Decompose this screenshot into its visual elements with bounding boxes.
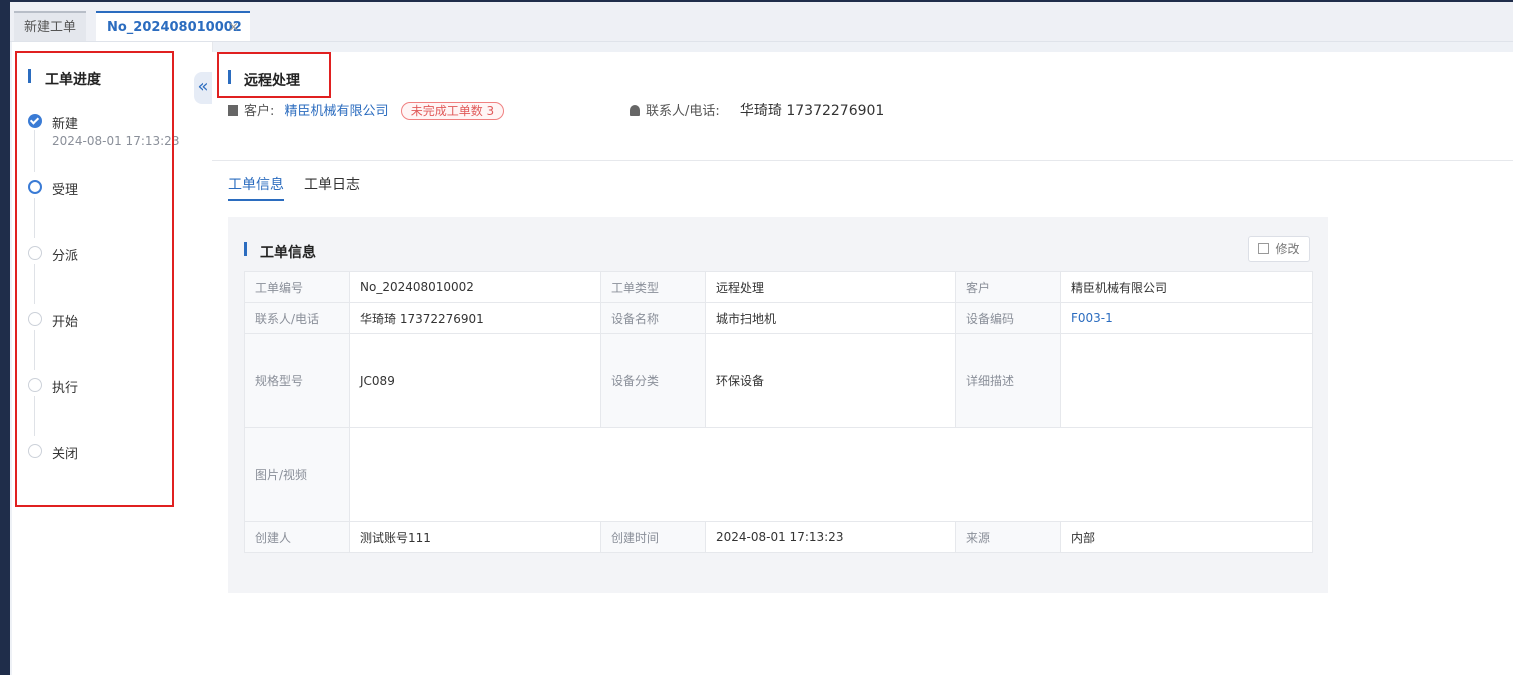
model-label: 规格型号 [244, 333, 350, 428]
order-info-card: 工单信息 修改 工单编号 No_202408010002 工单类型 远程处理 客… [228, 217, 1328, 593]
desc-value [1060, 333, 1313, 428]
creator-label: 创建人 [244, 521, 350, 553]
building-icon [228, 105, 238, 116]
table-row: 图片/视频 [244, 427, 1313, 522]
highlight-box-progress [15, 51, 174, 507]
type-label: 工单类型 [600, 271, 706, 303]
source-value: 内部 [1060, 521, 1313, 553]
created-label: 创建时间 [600, 521, 706, 553]
creator-value: 测试账号111 [349, 521, 601, 553]
close-icon[interactable]: × [228, 13, 239, 43]
customer-link[interactable]: 精臣机械有限公司 [285, 104, 389, 119]
table-row: 规格型号 JC089 设备分类 环保设备 详细描述 [244, 333, 1313, 428]
category-label: 设备分类 [600, 333, 706, 428]
tab-new-order[interactable]: 新建工单 [14, 11, 86, 41]
tab-order-info[interactable]: 工单信息 [228, 174, 284, 194]
person-icon [630, 105, 640, 116]
category-value: 环保设备 [705, 333, 956, 428]
contact-label: 联系人/电话: [646, 104, 720, 119]
edit-button[interactable]: 修改 [1248, 236, 1310, 262]
window-left-edge [0, 0, 10, 675]
device-name-value: 城市扫地机 [705, 302, 956, 334]
order-no-value: No_202408010002 [349, 271, 601, 303]
table-row: 联系人/电话 华琦琦 17372276901 设备名称 城市扫地机 设备编码 F… [244, 302, 1313, 334]
customer-row: 客户: 精臣机械有限公司 未完成工单数 3 [228, 100, 505, 120]
source-label: 来源 [955, 521, 1061, 553]
order-no-label: 工单编号 [244, 271, 350, 303]
customer-label: 客户: [244, 104, 275, 119]
contact-value: 华琦琦 17372276901 [739, 103, 885, 119]
table-row: 工单编号 No_202408010002 工单类型 远程处理 客户 精臣机械有限… [244, 271, 1313, 303]
tab-order-detail-label: No_202408010002 [107, 20, 242, 35]
contact-value: 华琦琦 17372276901 [349, 302, 601, 334]
tab-bar: 新建工单 No_202408010002 × [10, 2, 1513, 42]
customer-value: 精臣机械有限公司 [1060, 271, 1313, 303]
unfinished-orders-badge[interactable]: 未完成工单数 3 [400, 102, 505, 120]
edit-label: 修改 [1275, 242, 1300, 256]
card-title: 工单信息 [260, 245, 316, 261]
order-info-table: 工单编号 No_202408010002 工单类型 远程处理 客户 精臣机械有限… [244, 271, 1313, 553]
edit-icon [1258, 243, 1270, 254]
desc-label: 详细描述 [955, 333, 1061, 428]
media-label: 图片/视频 [244, 427, 350, 522]
device-code-label: 设备编码 [955, 302, 1061, 334]
created-value: 2024-08-01 17:13:23 [705, 521, 956, 553]
collapse-panel-icon[interactable]: « [194, 72, 212, 104]
divider [212, 160, 1513, 161]
active-tab-indicator [228, 199, 284, 201]
customer-label: 客户 [955, 271, 1061, 303]
section-marker [244, 242, 247, 256]
contact-label: 联系人/电话 [244, 302, 350, 334]
contact-row: 联系人/电话: 华琦琦 17372276901 [630, 100, 884, 120]
model-value: JC089 [349, 333, 601, 428]
main-content: 远程处理 客户: 精臣机械有限公司 未完成工单数 3 联系人/电话: 华琦琦 1… [212, 52, 1513, 675]
highlight-box-title [217, 52, 331, 98]
tab-order-detail[interactable]: No_202408010002 × [96, 11, 250, 41]
device-name-label: 设备名称 [600, 302, 706, 334]
media-value [349, 427, 1313, 522]
device-code-link[interactable]: F003-1 [1060, 302, 1313, 334]
type-value: 远程处理 [705, 271, 956, 303]
table-row: 创建人 测试账号111 创建时间 2024-08-01 17:13:23 来源 … [244, 521, 1313, 553]
tab-order-log[interactable]: 工单日志 [304, 174, 360, 194]
